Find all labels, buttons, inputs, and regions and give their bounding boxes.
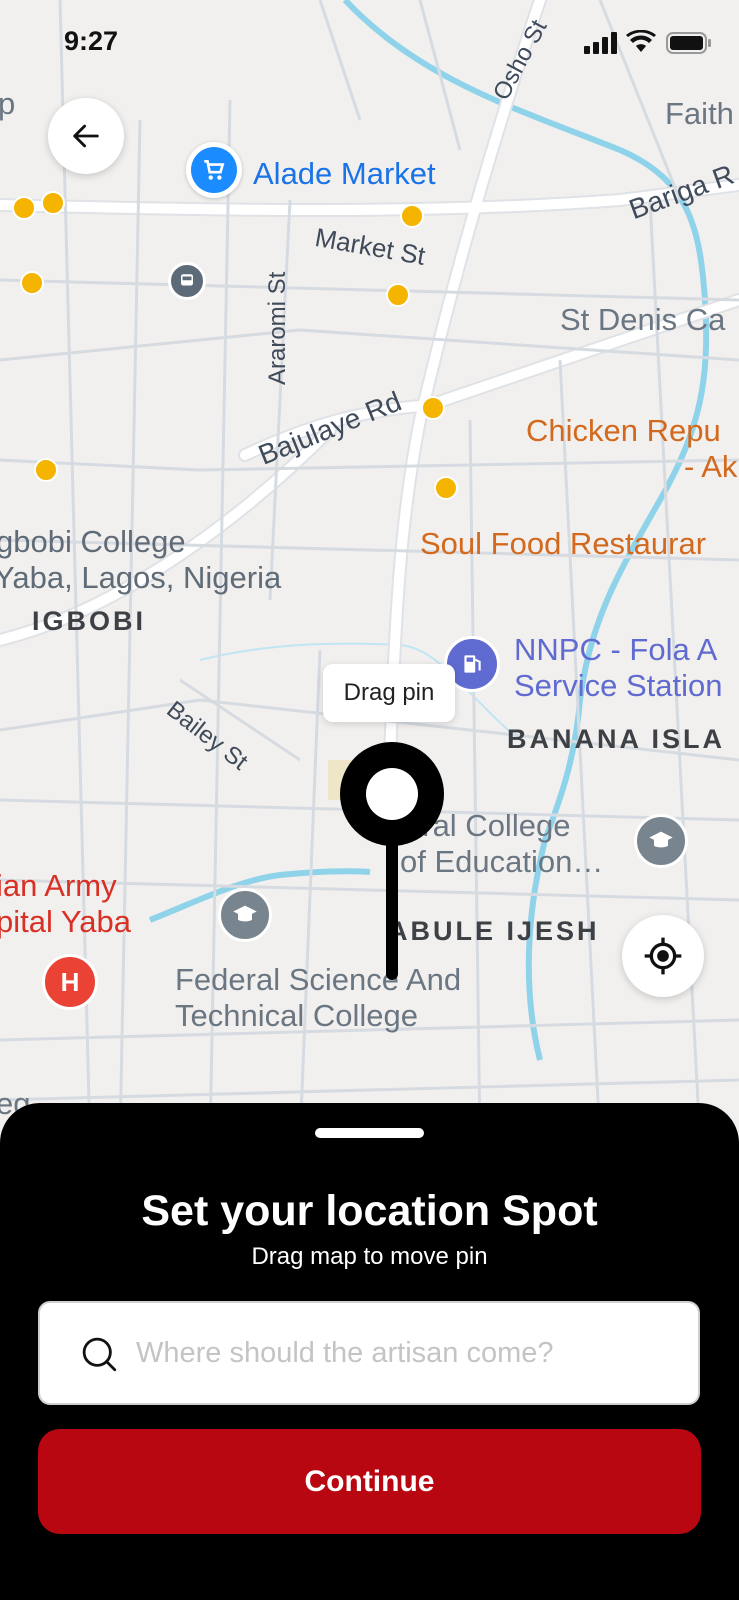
school-icon[interactable] bbox=[218, 888, 272, 942]
place-label-army-hospital[interactable]: ian Army bbox=[0, 868, 117, 904]
arrow-left-icon bbox=[73, 124, 99, 148]
bus-stop-icon[interactable] bbox=[41, 191, 65, 215]
status-bar: 9:27 bbox=[0, 0, 739, 86]
place-label-faith: Faith bbox=[665, 96, 734, 131]
bus-stop-icon[interactable] bbox=[34, 458, 58, 482]
street-label-araromi: Araromi St bbox=[264, 271, 291, 385]
bus-stop-icon[interactable] bbox=[20, 271, 44, 295]
place-label-igbobi-college[interactable]: gbobi College bbox=[0, 524, 186, 560]
bus-stop-icon[interactable] bbox=[434, 476, 458, 500]
location-search-field[interactable] bbox=[38, 1301, 700, 1405]
bottom-sheet: Set your location Spot Drag map to move … bbox=[0, 1103, 739, 1600]
recenter-location-button[interactable] bbox=[622, 915, 704, 997]
place-label-federal-science-2: Technical College bbox=[175, 998, 418, 1033]
place-label-chicken-republic[interactable]: Chicken Repu bbox=[526, 413, 721, 449]
bus-stop-icon[interactable] bbox=[12, 196, 36, 220]
sheet-drag-handle[interactable] bbox=[315, 1128, 424, 1138]
school-icon[interactable] bbox=[634, 814, 688, 868]
cellular-signal-icon bbox=[584, 32, 618, 59]
market-pin-icon[interactable] bbox=[186, 142, 242, 198]
neighborhood-igbobi: IGBOBI bbox=[32, 606, 147, 636]
continue-button[interactable]: Continue bbox=[38, 1429, 701, 1534]
wifi-icon bbox=[626, 29, 656, 59]
location-search-input[interactable] bbox=[136, 1303, 676, 1403]
hospital-icon[interactable]: H bbox=[42, 954, 98, 1010]
place-label-army-hospital-2: pital Yaba bbox=[0, 904, 132, 939]
bus-stop-icon[interactable] bbox=[386, 283, 410, 307]
sheet-title: Set your location Spot bbox=[141, 1187, 598, 1235]
place-label-nnpc[interactable]: NNPC - Fola A bbox=[514, 632, 717, 668]
sheet-subtitle: Drag map to move pin bbox=[251, 1243, 488, 1270]
battery-icon bbox=[666, 32, 712, 59]
place-label-soul-food[interactable]: Soul Food Restaurar bbox=[420, 526, 706, 562]
place-label-alade-market[interactable]: Alade Market bbox=[253, 156, 436, 192]
place-label-st-denis[interactable]: St Denis Ca bbox=[560, 302, 725, 338]
location-pin-icon[interactable] bbox=[340, 742, 444, 982]
place-label-left: p bbox=[0, 86, 16, 121]
drag-pin-tooltip: Drag pin bbox=[323, 664, 455, 722]
bus-stop-icon[interactable] bbox=[421, 396, 445, 420]
place-label-igbobi-college-2: Yaba, Lagos, Nigeria bbox=[0, 560, 282, 595]
crosshair-icon bbox=[644, 937, 682, 975]
place-label-chicken-republic-2: - Ak bbox=[684, 449, 738, 484]
bus-stop-icon[interactable] bbox=[400, 204, 424, 228]
back-button[interactable] bbox=[48, 98, 124, 174]
place-label-nnpc-2: Service Station bbox=[514, 668, 723, 703]
bus-station-icon[interactable] bbox=[168, 262, 206, 300]
status-time: 9:27 bbox=[64, 26, 119, 56]
neighborhood-banana-island: BANANA ISLA bbox=[507, 724, 725, 754]
search-icon bbox=[82, 1337, 117, 1372]
